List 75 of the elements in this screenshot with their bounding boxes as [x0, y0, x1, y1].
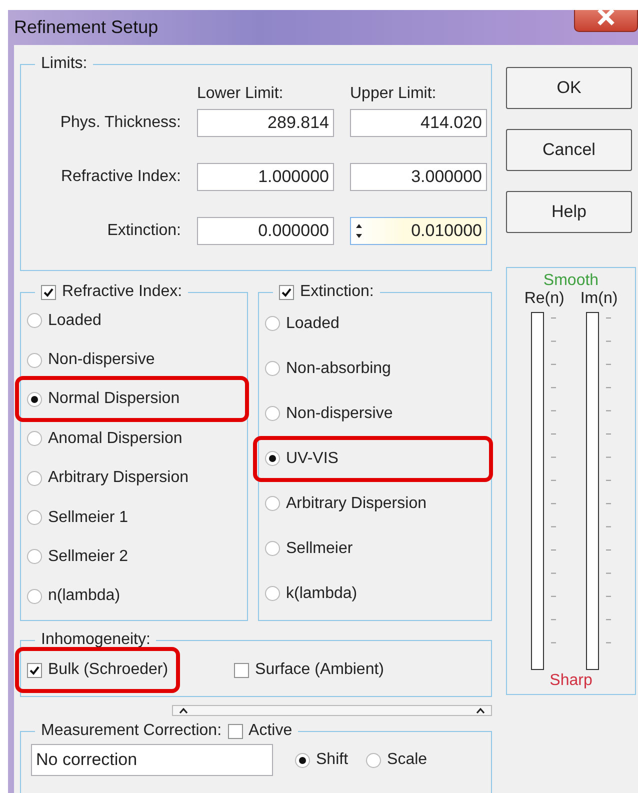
radio-button[interactable]: [27, 510, 42, 526]
option-label[interactable]: Sellmeier 1: [48, 508, 128, 527]
radio-button[interactable]: [27, 470, 42, 486]
option-label[interactable]: Arbitrary Dispersion: [48, 469, 188, 488]
radio-button[interactable]: [265, 496, 280, 511]
option-label[interactable]: Loaded: [286, 314, 340, 332]
option-label[interactable]: Sellmeier 2: [48, 548, 128, 566]
option-label[interactable]: n(lambda): [48, 587, 120, 606]
radio-button[interactable]: [265, 451, 280, 466]
column-header: Upper Limit:: [350, 85, 438, 103]
option-label[interactable]: Arbitrary Dispersion: [286, 494, 426, 512]
dialog-button[interactable]: Cancel: [506, 129, 632, 171]
checkbox[interactable]: [234, 662, 250, 678]
splitter-bar[interactable]: [172, 705, 492, 716]
checkbox-label[interactable]: Active: [248, 722, 292, 740]
checkbox[interactable]: [41, 284, 56, 300]
window-title: Refinement Setup: [14, 17, 158, 38]
group-title: Measurement Correction:: [41, 722, 222, 740]
checkbox[interactable]: [228, 724, 243, 738]
group-title: Extinction:: [300, 283, 374, 301]
radio-button[interactable]: [265, 586, 280, 601]
option-label[interactable]: Surface (Ambient): [255, 661, 384, 679]
group-title: Refractive Index:: [62, 283, 182, 301]
caret-icon: [476, 708, 485, 714]
close-button[interactable]: [574, 10, 638, 32]
option-label[interactable]: Normal Dispersion: [48, 390, 180, 408]
radio-button[interactable]: [265, 316, 280, 331]
radio-button[interactable]: [27, 392, 42, 407]
input-field[interactable]: 414.020: [350, 109, 487, 137]
radio-button[interactable]: [265, 361, 280, 376]
scale-label: Sharp: [550, 672, 592, 690]
option-label[interactable]: Non-dispersive: [48, 351, 155, 370]
caret-icon: [179, 708, 188, 714]
dialog-button[interactable]: Help: [506, 191, 632, 233]
field-label: Refractive Index:: [60, 168, 181, 186]
input-field[interactable]: 0.010000: [350, 217, 487, 245]
radio-button[interactable]: [27, 588, 42, 604]
column-header: Lower Limit:: [197, 85, 284, 103]
group-title: Inhomogeneity:: [41, 631, 150, 649]
input-field[interactable]: 3.000000: [350, 163, 487, 191]
option-label[interactable]: k(lambda): [286, 584, 358, 602]
option-label[interactable]: Anomal Dispersion: [48, 430, 182, 448]
dialog-button[interactable]: OK: [506, 67, 632, 109]
option-label[interactable]: Sellmeier: [286, 540, 353, 558]
radio-button[interactable]: [265, 406, 280, 421]
radio-button[interactable]: [27, 313, 42, 328]
input-field[interactable]: 0.000000: [197, 217, 334, 245]
radio-button[interactable]: [295, 752, 310, 768]
field-label: Extinction:: [106, 222, 181, 240]
checkbox[interactable]: [27, 662, 42, 678]
option-label[interactable]: Non-absorbing: [286, 360, 391, 378]
group-title: Limits:: [41, 55, 88, 73]
radio-button[interactable]: [366, 752, 382, 768]
radio-button[interactable]: [27, 549, 42, 564]
input-field[interactable]: 1.000000: [197, 163, 334, 191]
option-label[interactable]: Shift: [316, 751, 348, 769]
scale-label: Smooth: [543, 272, 599, 290]
radio-button[interactable]: [265, 541, 280, 556]
slider-label: Re(n): [524, 290, 564, 308]
input-field[interactable]: No correction: [31, 744, 273, 776]
option-label[interactable]: UV-VIS: [286, 450, 338, 468]
close-icon: [595, 10, 617, 26]
slider-track[interactable]: [586, 312, 598, 670]
field-label: Phys. Thickness:: [59, 114, 181, 132]
radio-button[interactable]: [27, 431, 42, 446]
option-label[interactable]: Loaded: [48, 312, 102, 330]
option-label[interactable]: Non-dispersive: [286, 404, 393, 422]
slider-label: Im(n): [580, 290, 618, 308]
slider-track[interactable]: [530, 312, 544, 670]
option-label[interactable]: Scale: [387, 751, 428, 769]
input-field[interactable]: 289.814: [197, 109, 334, 137]
radio-button[interactable]: [27, 352, 42, 368]
spinner-icon[interactable]: [355, 223, 363, 239]
checkbox[interactable]: [279, 284, 294, 300]
option-label[interactable]: Bulk (Schroeder): [48, 661, 168, 679]
